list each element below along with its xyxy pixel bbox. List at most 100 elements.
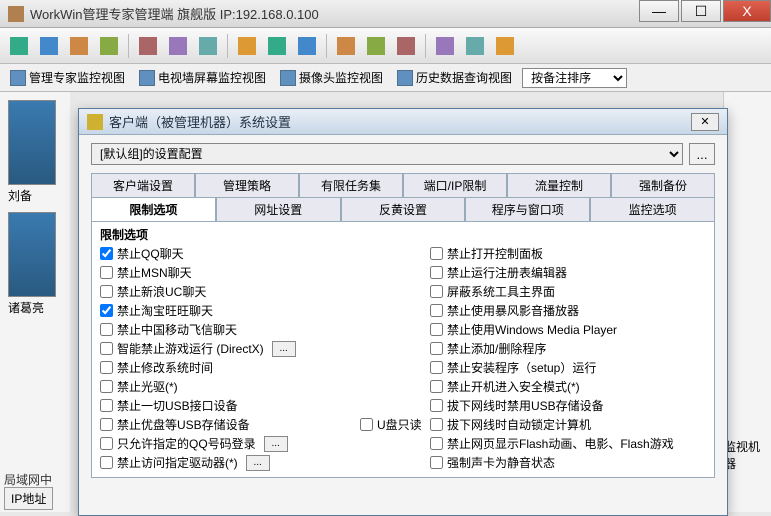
restriction-option[interactable]: 禁止访问指定驱动器(*)... — [100, 454, 360, 471]
restriction-option[interactable]: 屏蔽系统工具主界面 — [430, 283, 710, 300]
option-checkbox[interactable] — [430, 399, 443, 412]
option-checkbox[interactable] — [430, 285, 443, 298]
option-checkbox[interactable] — [430, 304, 443, 317]
restriction-option[interactable]: 智能禁止游戏运行 (DirectX)... — [100, 340, 360, 357]
tab-antiporn[interactable]: 反黄设置 — [341, 197, 466, 221]
option-more-button[interactable]: ... — [272, 341, 296, 357]
toolbar-icon[interactable] — [66, 33, 92, 59]
option-checkbox[interactable] — [100, 247, 113, 260]
toolbar-icon[interactable] — [135, 33, 161, 59]
view-tvwall[interactable]: 电视墙屏幕监控视图 — [135, 67, 270, 88]
restriction-option[interactable]: 强制声卡为静音状态 — [430, 454, 710, 471]
restriction-option[interactable]: 禁止QQ聊天 — [100, 245, 360, 262]
close-button[interactable]: X — [723, 0, 771, 22]
view-history[interactable]: 历史数据查询视图 — [393, 67, 516, 88]
option-checkbox[interactable] — [430, 380, 443, 393]
tab-port-ip[interactable]: 端口/IP限制 — [403, 173, 507, 197]
option-checkbox[interactable] — [100, 304, 113, 317]
option-checkbox[interactable] — [430, 342, 443, 355]
toolbar-icon[interactable] — [96, 33, 122, 59]
restriction-option[interactable]: 禁止淘宝旺旺聊天 — [100, 302, 360, 319]
tab-restrictions[interactable]: 限制选项 — [91, 197, 216, 221]
restriction-option[interactable]: 禁止网页显示Flash动画、电影、Flash游戏 — [430, 435, 710, 452]
ip-tab[interactable]: IP地址 — [4, 487, 53, 510]
restriction-option[interactable]: 禁止开机进入安全模式(*) — [430, 378, 710, 395]
option-checkbox[interactable] — [430, 361, 443, 374]
restriction-option[interactable]: 禁止添加/删除程序 — [430, 340, 710, 357]
option-checkbox[interactable] — [430, 266, 443, 279]
tab-client-settings[interactable]: 客户端设置 — [91, 173, 195, 197]
tab-program-window[interactable]: 程序与窗口项 — [465, 197, 590, 221]
restriction-option[interactable]: 拔下网线时禁用USB存储设备 — [430, 397, 710, 414]
option-checkbox[interactable] — [100, 285, 113, 298]
tab-backup[interactable]: 强制备份 — [611, 173, 715, 197]
restriction-option[interactable]: 禁止打开控制面板 — [430, 245, 710, 262]
option-checkbox[interactable] — [100, 361, 113, 374]
option-label: 禁止MSN聊天 — [117, 264, 192, 281]
dialog-title: 客户端（被管理机器）系统设置 — [109, 112, 691, 131]
restriction-option[interactable]: 只允许指定的QQ号码登录... — [100, 435, 360, 452]
right-tab[interactable]: 监视机器 — [724, 438, 767, 472]
option-checkbox[interactable] — [430, 247, 443, 260]
minimize-button[interactable]: — — [639, 0, 679, 22]
option-more-button[interactable]: ... — [246, 455, 270, 471]
toolbar-icon[interactable] — [195, 33, 221, 59]
tab-policy[interactable]: 管理策略 — [195, 173, 299, 197]
client-thumbnail[interactable] — [8, 212, 56, 297]
option-checkbox[interactable] — [430, 418, 443, 431]
tab-url[interactable]: 网址设置 — [216, 197, 341, 221]
option-checkbox[interactable] — [100, 266, 113, 279]
option-more-button[interactable]: ... — [264, 436, 288, 452]
config-more-button[interactable]: ... — [689, 143, 715, 165]
maximize-button[interactable]: ☐ — [681, 0, 721, 22]
tab-tasks[interactable]: 有限任务集 — [299, 173, 403, 197]
option-checkbox[interactable] — [100, 437, 113, 450]
toolbar-icon[interactable] — [333, 33, 359, 59]
restriction-option[interactable]: 禁止运行注册表编辑器 — [430, 264, 710, 281]
restriction-option[interactable]: 禁止修改系统时间 — [100, 359, 360, 376]
restriction-option[interactable]: 禁止安装程序（setup）运行 — [430, 359, 710, 376]
restriction-option[interactable]: 禁止优盘等USB存储设备 — [100, 416, 360, 433]
option-checkbox[interactable] — [430, 323, 443, 336]
restriction-option[interactable]: 拔下网线时自动锁定计算机 — [430, 416, 710, 433]
toolbar-icon[interactable] — [6, 33, 32, 59]
tab-traffic[interactable]: 流量控制 — [507, 173, 611, 197]
config-group-select[interactable]: [默认组]的设置配置 — [91, 143, 683, 165]
toolbar-icon[interactable] — [492, 33, 518, 59]
restriction-option[interactable]: 禁止光驱(*) — [100, 378, 360, 395]
sort-select[interactable]: 按备注排序 — [522, 68, 627, 88]
option-checkbox[interactable] — [100, 380, 113, 393]
toolbar-icon[interactable] — [462, 33, 488, 59]
toolbar-icon[interactable] — [264, 33, 290, 59]
bottom-tab[interactable]: 局域网中 — [4, 471, 52, 488]
restriction-option[interactable]: 禁止使用暴风影音播放器 — [430, 302, 710, 319]
tab-monitor[interactable]: 监控选项 — [590, 197, 715, 221]
option-checkbox[interactable] — [100, 323, 113, 336]
client-thumbnail[interactable] — [8, 100, 56, 185]
restriction-option[interactable]: U盘只读 — [360, 416, 430, 433]
view-camera[interactable]: 摄像头监控视图 — [276, 67, 387, 88]
option-checkbox[interactable] — [360, 418, 373, 431]
option-checkbox[interactable] — [100, 418, 113, 431]
restrictions-group: 限制选项 禁止QQ聊天禁止打开控制面板禁止MSN聊天禁止运行注册表编辑器禁止新浪… — [91, 221, 715, 478]
option-checkbox[interactable] — [100, 456, 113, 469]
option-checkbox[interactable] — [100, 399, 113, 412]
option-checkbox[interactable] — [100, 342, 113, 355]
view-monitor[interactable]: 管理专家监控视图 — [6, 67, 129, 88]
client-label: 诸葛亮 — [0, 299, 70, 316]
option-checkbox[interactable] — [430, 456, 443, 469]
toolbar-icon[interactable] — [165, 33, 191, 59]
toolbar-icon[interactable] — [393, 33, 419, 59]
toolbar-icon[interactable] — [432, 33, 458, 59]
dialog-close-button[interactable]: ✕ — [691, 113, 719, 131]
restriction-option[interactable]: 禁止中国移动飞信聊天 — [100, 321, 360, 338]
restriction-option[interactable]: 禁止新浪UC聊天 — [100, 283, 360, 300]
option-checkbox[interactable] — [430, 437, 443, 450]
restriction-option[interactable]: 禁止一切USB接口设备 — [100, 397, 360, 414]
restriction-option[interactable]: 禁止使用Windows Media Player — [430, 321, 710, 338]
toolbar-icon[interactable] — [234, 33, 260, 59]
toolbar-icon[interactable] — [36, 33, 62, 59]
restriction-option[interactable]: 禁止MSN聊天 — [100, 264, 360, 281]
toolbar-icon[interactable] — [294, 33, 320, 59]
toolbar-icon[interactable] — [363, 33, 389, 59]
